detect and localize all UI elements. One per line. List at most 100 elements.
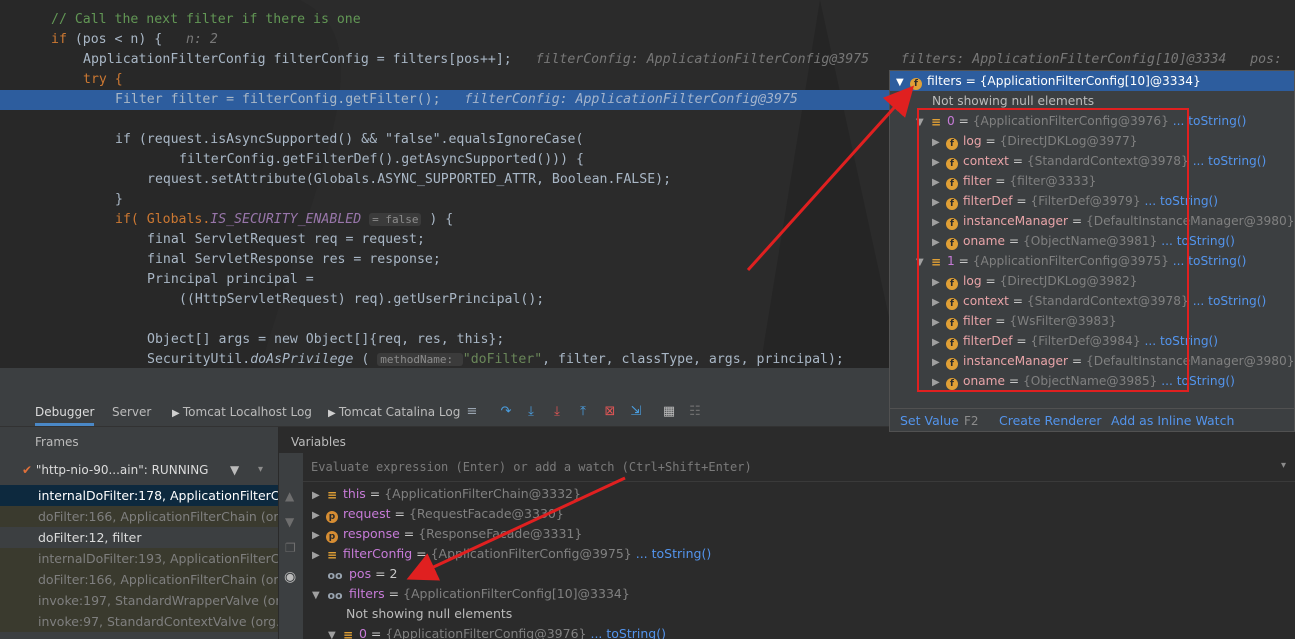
- field-row[interactable]: ▶ f filter = {filter@3333}: [932, 171, 1096, 191]
- frame-item[interactable]: invoke:97, StandardContextValve (org.ap: [0, 611, 278, 632]
- code-line-17: Object[] args = new Object[]{req, res, t…: [147, 332, 505, 347]
- field-icon: f: [910, 78, 922, 90]
- parameter-icon: p: [326, 531, 338, 543]
- field-row[interactable]: ▶ f oname = {ObjectName@3981} ... toString…: [932, 231, 1235, 251]
- code-line-12: final ServletRequest req = request;: [147, 232, 425, 247]
- tostring-link[interactable]: ... toString(): [636, 546, 712, 561]
- code-comment: // Call the next filter if there is one: [51, 12, 361, 27]
- variable-row[interactable]: ▶ p response = {ResponseFacade@3331}: [312, 524, 582, 544]
- chevron-right-icon[interactable]: ▶: [932, 293, 946, 313]
- field-row[interactable]: ▶ f log = {DirectJDKLog@3977}: [932, 131, 1138, 151]
- field-icon: f: [946, 318, 958, 330]
- add-inline-watch-link[interactable]: Add as Inline Watch: [1111, 409, 1234, 431]
- tostring-link[interactable]: ... toString(): [1193, 154, 1267, 168]
- field-icon: ≡: [326, 548, 338, 562]
- chevron-right-icon[interactable]: ▶: [932, 153, 946, 173]
- tostring-link[interactable]: ... toString(): [590, 626, 666, 639]
- field-row[interactable]: ▶ f instanceManager = {DefaultInstanceMana…: [932, 351, 1294, 373]
- copy-icon[interactable]: ❐: [285, 541, 296, 555]
- variable-row[interactable]: oo pos = 2: [326, 564, 397, 584]
- frame-item[interactable]: internalDoFilter:178, ApplicationFilterC…: [0, 485, 278, 506]
- chevron-down-icon[interactable]: ▼: [916, 113, 930, 133]
- chevron-right-icon[interactable]: ▶: [932, 213, 946, 233]
- chevron-down-icon[interactable]: ▾: [258, 456, 263, 484]
- tostring-link[interactable]: ... toString(): [1161, 234, 1235, 248]
- frame-item[interactable]: doFilter:12, filter: [0, 527, 278, 548]
- thread-label: "http-nio-90...ain": RUNNING: [35, 463, 209, 477]
- tostring-link[interactable]: ... toString(): [1193, 294, 1267, 308]
- chevron-right-icon[interactable]: ▶: [932, 353, 946, 373]
- drop-frame-icon[interactable]: ⊠: [600, 402, 620, 422]
- frames-title: Frames: [35, 435, 79, 449]
- down-icon[interactable]: ▼: [285, 515, 294, 529]
- step-over-icon[interactable]: ↷: [496, 402, 516, 422]
- chevron-right-icon[interactable]: ▶: [932, 173, 946, 193]
- tab-debugger[interactable]: Debugger: [35, 398, 95, 426]
- trace-icon[interactable]: ☷: [685, 402, 705, 422]
- array-element-icon: ≡: [930, 255, 942, 269]
- field-icon: f: [946, 138, 958, 150]
- tostring-link[interactable]: ... toString(): [1173, 114, 1247, 128]
- frame-item[interactable]: internalDoFilter:193, ApplicationFilterC…: [0, 548, 278, 569]
- execution-line[interactable]: Filter filter = filterConfig.getFilter()…: [0, 90, 893, 110]
- console-icon: ▶: [172, 408, 183, 419]
- null-elements-note: Not showing null elements: [932, 94, 1095, 108]
- variable-row[interactable]: ▶ p request = {RequestFacade@3330}: [312, 504, 564, 524]
- code-line-2: if (pos < n) { n: 2: [51, 32, 218, 47]
- chevron-right-icon[interactable]: ▶: [932, 233, 946, 253]
- field-row[interactable]: ▶ f log = {DirectJDKLog@3982}: [932, 271, 1138, 291]
- menu-lines-icon[interactable]: ≡: [462, 402, 482, 422]
- set-value-link[interactable]: Set Value: [900, 409, 959, 431]
- tostring-link[interactable]: ... toString(): [1161, 374, 1235, 388]
- field-row[interactable]: ▶ f filterDef = {FilterDef@3979} ... toStr…: [932, 191, 1218, 211]
- variable-row[interactable]: ▶ ≡ this = {ApplicationFilterChain@3332}: [312, 484, 581, 504]
- chevron-right-icon[interactable]: ▶: [932, 273, 946, 293]
- tostring-link[interactable]: ... toString(): [1173, 254, 1247, 268]
- chevron-down-icon[interactable]: ▼: [916, 253, 930, 273]
- parameter-icon: p: [326, 511, 338, 523]
- tab-tomcat-localhost-log[interactable]: ▶ Tomcat Localhost Log: [172, 398, 312, 426]
- inline-hint: filterConfig: ApplicationFilterConfig@39…: [535, 52, 870, 67]
- frame-item[interactable]: doFilter:166, ApplicationFilterChain (or…: [0, 506, 278, 527]
- field-row[interactable]: ▶ f instanceManager = {DefaultInstanceMana…: [932, 211, 1294, 233]
- chevron-right-icon[interactable]: ▶: [932, 313, 946, 333]
- watch-glasses-icon: oo: [327, 569, 343, 582]
- field-icon: f: [946, 198, 958, 210]
- eye-icon[interactable]: ◉: [284, 569, 296, 585]
- chevron-down-icon[interactable]: ▾: [1281, 460, 1286, 471]
- tab-tomcat-catalina-log[interactable]: ▶ Tomcat Catalina Log: [328, 398, 460, 426]
- frame-item[interactable]: doFilter:166, ApplicationFilterChain (or…: [0, 569, 278, 590]
- evaluate-table-icon[interactable]: ▦: [659, 402, 679, 422]
- variable-row[interactable]: ▼ oo filters = {ApplicationFilterConfig[10…: [312, 584, 630, 604]
- step-out-icon[interactable]: ⤒: [573, 402, 593, 422]
- field-row[interactable]: ▶ f context = {StandardContext@3978} ... t…: [932, 291, 1266, 311]
- thread-selector[interactable]: ✔ "http-nio-90...ain": RUNNING ▼ ▾: [22, 456, 278, 484]
- popup-header[interactable]: ▼ f filters = {ApplicationFilterConfig[10]…: [890, 71, 1294, 91]
- chevron-right-icon[interactable]: ▶: [932, 193, 946, 213]
- debug-tool-window-header: [0, 368, 890, 398]
- array-element-row[interactable]: ▼ ≡ 0 = {ApplicationFilterConfig@3976} ...…: [916, 111, 1246, 131]
- tostring-link[interactable]: ... toString(): [1144, 334, 1218, 348]
- field-row[interactable]: ▶ f context = {StandardContext@3978} ... t…: [932, 151, 1266, 171]
- up-icon[interactable]: ▲: [285, 489, 294, 503]
- tab-server[interactable]: Server: [112, 398, 151, 426]
- frame-item[interactable]: invoke:197, StandardWrapperValve (org.a: [0, 590, 278, 611]
- array-element-row[interactable]: ▼ ≡ 1 = {ApplicationFilterConfig@3975} ...…: [916, 251, 1246, 271]
- variable-popup: ▼ f filters = {ApplicationFilterConfig[10]…: [889, 70, 1295, 432]
- tostring-link[interactable]: ... toString(): [1144, 194, 1218, 208]
- field-row[interactable]: ▶ f filterDef = {FilterDef@3984} ... toStr…: [932, 331, 1218, 351]
- chevron-right-icon[interactable]: ▶: [932, 333, 946, 353]
- run-to-cursor-icon[interactable]: ⇲: [626, 402, 646, 422]
- variable-row[interactable]: ▶ ≡ filterConfig = {ApplicationFilterConfi…: [312, 544, 711, 564]
- variable-row[interactable]: ▼ ≡ 0 = {ApplicationFilterConfig@3976} ...…: [328, 624, 666, 639]
- null-elements-note: Not showing null elements: [346, 606, 513, 621]
- chevron-right-icon[interactable]: ▶: [932, 373, 946, 393]
- create-renderer-link[interactable]: Create Renderer: [999, 409, 1102, 431]
- evaluate-expression-input[interactable]: Evaluate expression (Enter) or add a wat…: [311, 460, 752, 474]
- filter-icon[interactable]: ▼: [230, 456, 239, 484]
- force-step-into-icon[interactable]: ⤓: [547, 402, 567, 422]
- step-into-icon[interactable]: ⤓: [521, 402, 541, 422]
- field-row[interactable]: ▶ f filter = {WsFilter@3983}: [932, 311, 1117, 331]
- field-row[interactable]: ▶ f oname = {ObjectName@3985} ... toString…: [932, 371, 1235, 391]
- chevron-right-icon[interactable]: ▶: [932, 133, 946, 153]
